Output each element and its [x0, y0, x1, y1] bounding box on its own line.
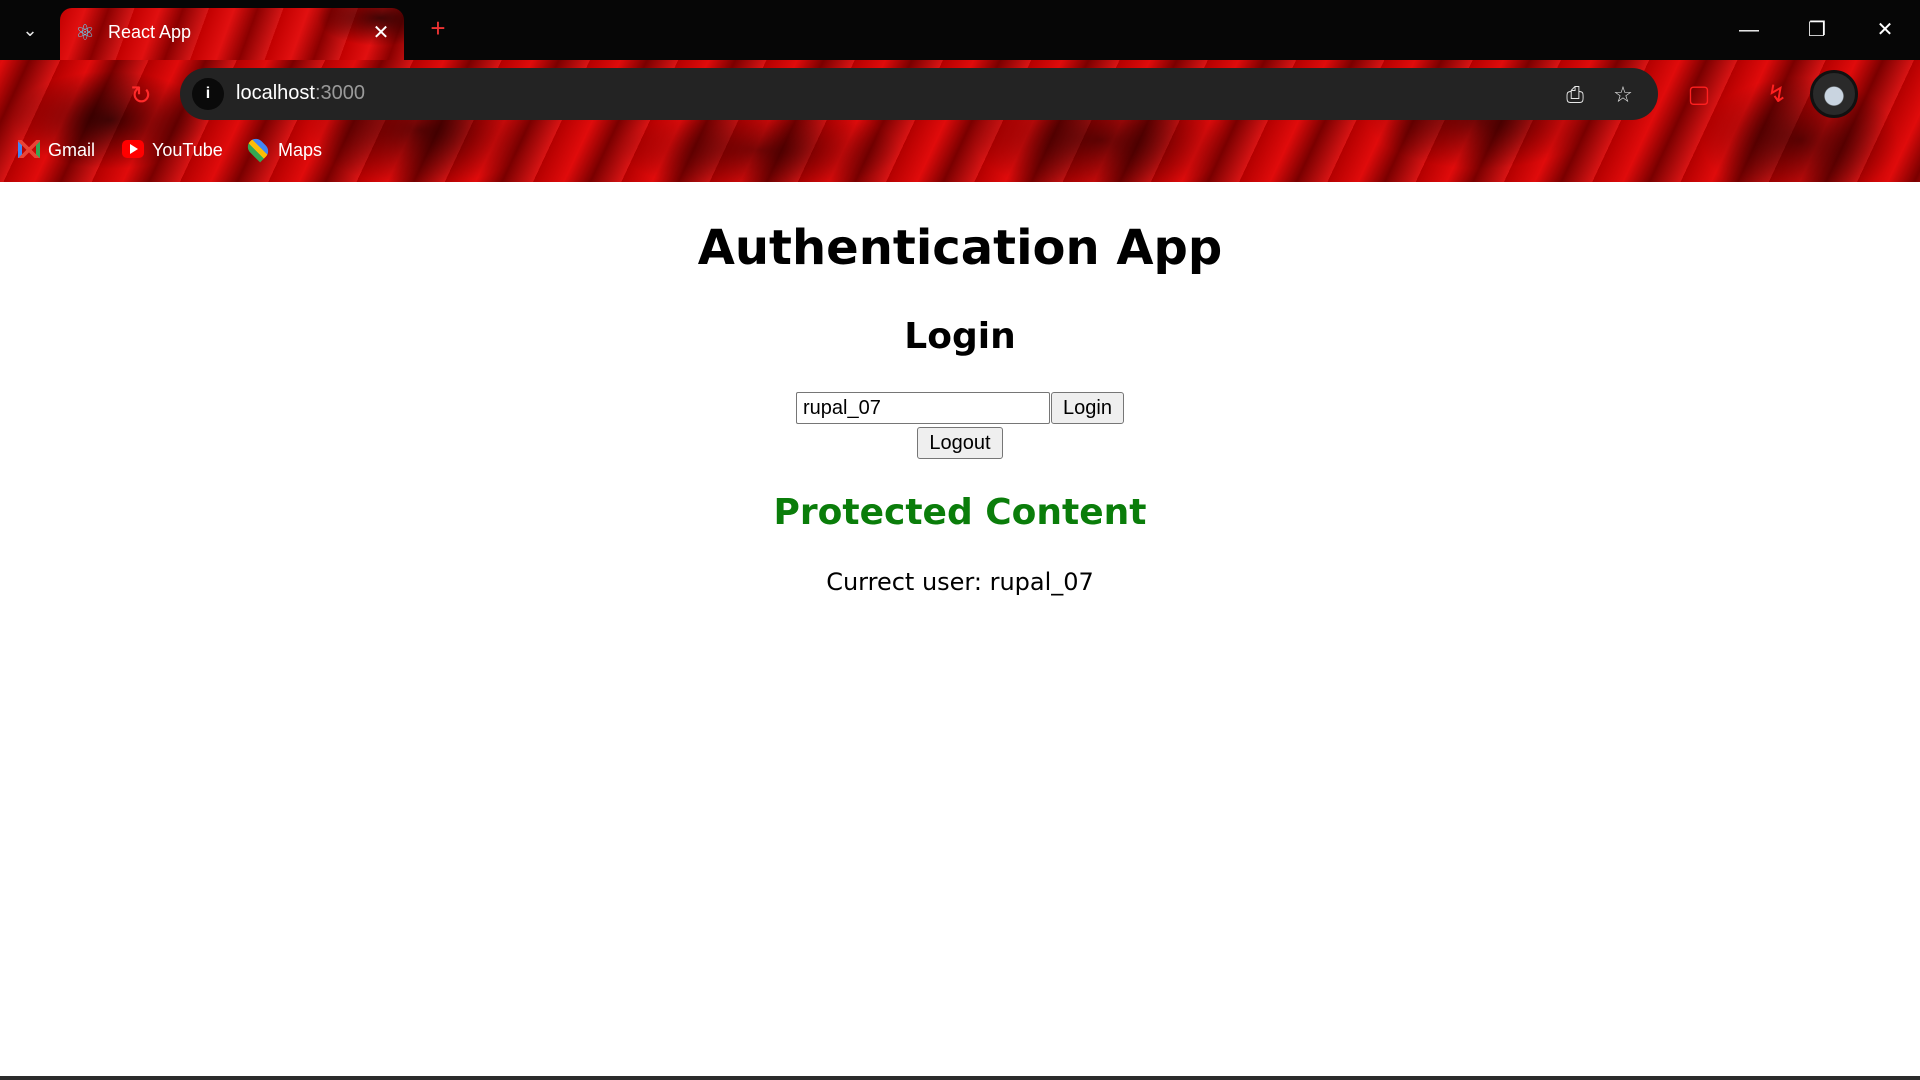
react-icon: ⚛	[75, 20, 95, 45]
bookmark-star-icon[interactable]: ☆	[1608, 80, 1638, 110]
reload-icon[interactable]: ↻	[124, 78, 158, 112]
url-text[interactable]: localhost:3000	[236, 82, 365, 105]
app-title: Authentication App	[697, 220, 1223, 276]
protected-content-heading: Protected Content	[773, 492, 1147, 533]
url-port: :3000	[314, 82, 365, 104]
url-host: localhost	[236, 82, 315, 104]
minimize-icon[interactable]: —	[1726, 10, 1772, 50]
bottom-divider	[0, 1076, 1920, 1080]
current-user-text: Currect user: rupal_07	[826, 568, 1094, 596]
tab-react-app[interactable]: ⚛ React App ✕	[60, 8, 404, 60]
login-heading: Login	[904, 316, 1016, 357]
browser-chrome: ⌄ ⚛ React App ✕ + — ❐ ✕ ↻ i localhost:30…	[0, 0, 1920, 182]
tab-search-icon[interactable]: ⌄	[14, 14, 46, 46]
maps-icon	[244, 135, 272, 163]
restore-icon[interactable]: ❐	[1794, 10, 1840, 50]
logout-button[interactable]: Logout	[917, 427, 1003, 459]
window-close-icon[interactable]: ✕	[1862, 10, 1908, 50]
bookmark-label: YouTube	[152, 140, 223, 160]
gmail-icon	[18, 140, 40, 158]
close-icon[interactable]: ✕	[368, 20, 394, 46]
bookmark-label: Gmail	[48, 140, 96, 160]
bookmark-maps[interactable]: Maps	[244, 135, 323, 163]
new-tab-icon[interactable]: +	[424, 14, 452, 42]
bookmark-label: Maps	[278, 140, 323, 160]
youtube-icon	[122, 140, 144, 158]
extension-bolt-icon[interactable]: ↯	[1762, 80, 1792, 110]
bookmark-gmail[interactable]: Gmail	[18, 138, 95, 162]
extension-icon[interactable]: ▢	[1684, 80, 1714, 110]
address-bar[interactable]: i localhost:3000 ⎙ ☆	[180, 68, 1658, 120]
login-button[interactable]: Login	[1051, 392, 1124, 424]
page-content: Authentication App Login Login Logout Pr…	[0, 182, 1920, 1080]
username-input[interactable]	[796, 392, 1050, 424]
tab-strip: ⌄ ⚛ React App ✕ + — ❐ ✕	[0, 0, 1920, 60]
tab-title: React App	[108, 22, 192, 42]
bookmark-youtube[interactable]: YouTube	[122, 138, 223, 162]
profile-avatar[interactable]	[1810, 70, 1858, 118]
site-info-icon[interactable]: i	[192, 78, 224, 110]
install-app-icon[interactable]: ⎙	[1560, 80, 1590, 110]
